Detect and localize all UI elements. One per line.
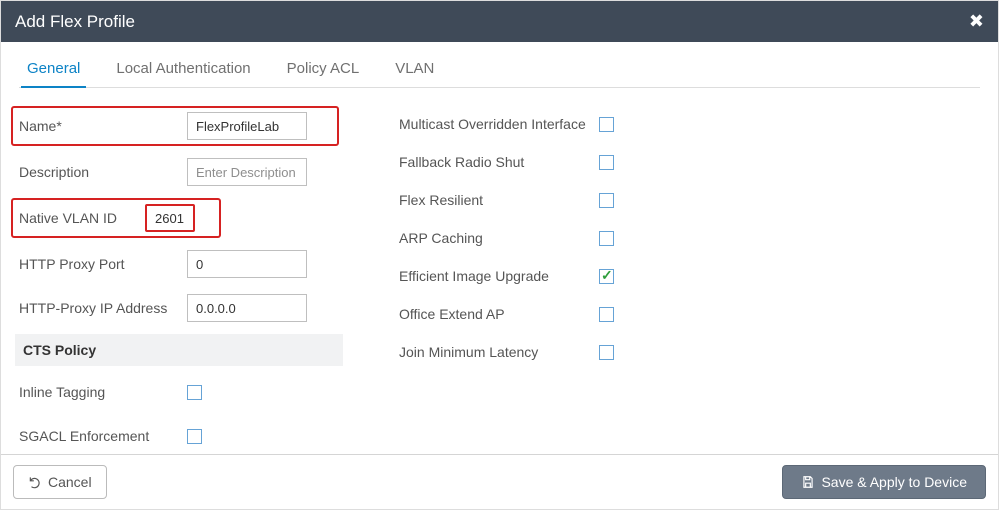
description-row: Description: [19, 154, 339, 190]
office-extend-row: Office Extend AP: [399, 296, 829, 332]
tab-general[interactable]: General: [19, 50, 108, 87]
efficient-image-label: Efficient Image Upgrade: [399, 268, 599, 284]
arp-caching-label: ARP Caching: [399, 230, 599, 246]
sgacl-checkbox[interactable]: [187, 429, 202, 444]
tab-local-authentication[interactable]: Local Authentication: [108, 50, 278, 87]
http-proxy-port-input[interactable]: [187, 250, 307, 278]
sgacl-row: SGACL Enforcement: [19, 418, 339, 454]
save-apply-button[interactable]: Save & Apply to Device: [782, 465, 986, 499]
tab-policy-acl[interactable]: Policy ACL: [279, 50, 388, 87]
office-extend-label: Office Extend AP: [399, 306, 599, 322]
name-label: Name*: [19, 118, 187, 134]
name-row: Name*: [11, 106, 339, 146]
dialog-title: Add Flex Profile: [15, 12, 135, 32]
description-input[interactable]: [187, 158, 307, 186]
http-proxy-ip-input[interactable]: [187, 294, 307, 322]
inline-tagging-checkbox[interactable]: [187, 385, 202, 400]
flex-resilient-label: Flex Resilient: [399, 192, 599, 208]
close-icon[interactable]: ✖: [969, 11, 984, 32]
undo-icon: [28, 475, 42, 489]
arp-caching-row: ARP Caching: [399, 220, 829, 256]
cancel-button[interactable]: Cancel: [13, 465, 107, 499]
http-proxy-ip-row: HTTP-Proxy IP Address: [19, 290, 339, 326]
join-min-latency-checkbox[interactable]: [599, 345, 614, 360]
arp-caching-checkbox[interactable]: [599, 231, 614, 246]
native-vlan-input[interactable]: [145, 204, 195, 232]
name-input[interactable]: [187, 112, 307, 140]
description-label: Description: [19, 164, 187, 180]
http-proxy-ip-label: HTTP-Proxy IP Address: [19, 300, 187, 317]
flex-resilient-checkbox[interactable]: [599, 193, 614, 208]
dialog-titlebar: Add Flex Profile ✖: [1, 1, 998, 42]
right-column: Multicast Overridden Interface Fallback …: [399, 106, 829, 454]
fallback-radio-label: Fallback Radio Shut: [399, 154, 599, 170]
efficient-image-checkbox[interactable]: [599, 269, 614, 284]
http-proxy-port-row: HTTP Proxy Port: [19, 246, 339, 282]
form-columns: Name* Description Native VLAN ID HTTP Pr…: [19, 106, 980, 454]
join-min-latency-row: Join Minimum Latency: [399, 334, 829, 370]
efficient-image-row: Efficient Image Upgrade: [399, 258, 829, 294]
multicast-override-checkbox[interactable]: [599, 117, 614, 132]
inline-tagging-row: Inline Tagging: [19, 374, 339, 410]
http-proxy-port-label: HTTP Proxy Port: [19, 256, 187, 272]
multicast-override-label: Multicast Overridden Interface: [399, 116, 599, 132]
cts-policy-heading: CTS Policy: [15, 334, 343, 366]
inline-tagging-label: Inline Tagging: [19, 384, 187, 400]
tab-vlan[interactable]: VLAN: [387, 50, 462, 87]
dialog-body: General Local Authentication Policy ACL …: [1, 42, 998, 454]
cancel-button-label: Cancel: [48, 474, 92, 490]
flex-resilient-row: Flex Resilient: [399, 182, 829, 218]
fallback-radio-checkbox[interactable]: [599, 155, 614, 170]
multicast-override-row: Multicast Overridden Interface: [399, 106, 829, 142]
save-apply-button-label: Save & Apply to Device: [821, 474, 967, 490]
dialog-footer: Cancel Save & Apply to Device: [1, 454, 998, 509]
left-column: Name* Description Native VLAN ID HTTP Pr…: [19, 106, 339, 454]
fallback-radio-row: Fallback Radio Shut: [399, 144, 829, 180]
sgacl-label: SGACL Enforcement: [19, 428, 187, 444]
add-flex-profile-dialog: Add Flex Profile ✖ General Local Authent…: [0, 0, 999, 510]
tab-bar: General Local Authentication Policy ACL …: [19, 50, 980, 88]
native-vlan-row: Native VLAN ID: [11, 198, 221, 238]
office-extend-checkbox[interactable]: [599, 307, 614, 322]
native-vlan-label: Native VLAN ID: [19, 210, 145, 226]
join-min-latency-label: Join Minimum Latency: [399, 344, 599, 360]
save-icon: [801, 475, 815, 489]
